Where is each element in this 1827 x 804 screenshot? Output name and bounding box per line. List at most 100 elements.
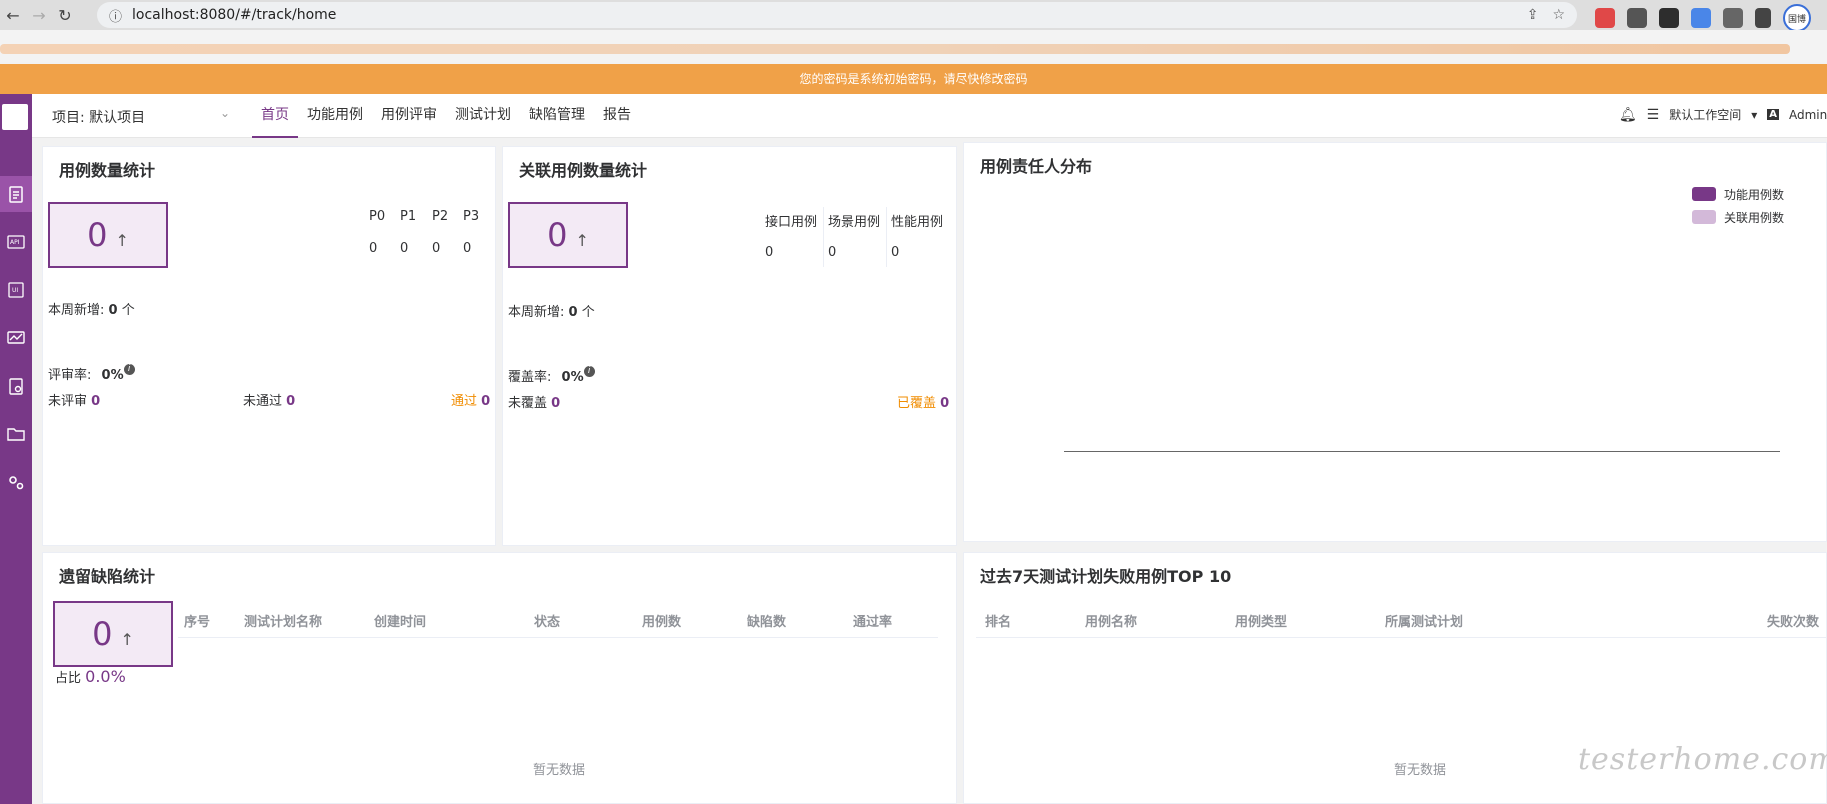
- week-new-value: 0: [568, 305, 578, 320]
- logo: [2, 104, 28, 130]
- failed[interactable]: 未通过 0: [243, 390, 295, 409]
- week-new-value: 0: [108, 303, 118, 318]
- tab-test-plan[interactable]: 测试计划: [446, 94, 520, 138]
- card-title: 过去7天测试计划失败用例TOP 10: [980, 567, 1232, 586]
- covered[interactable]: 已覆盖 0: [897, 392, 949, 411]
- review-rate: 评审率: 0% i: [48, 364, 135, 383]
- table-header-divider: [976, 637, 1827, 638]
- type-label: 性能用例: [891, 215, 944, 230]
- review-rate-value: 0%: [101, 368, 124, 383]
- priority-label: P1: [400, 209, 417, 224]
- priority-value: 0: [432, 241, 441, 256]
- uncovered-label: 未覆盖: [508, 396, 548, 411]
- project-selector[interactable]: 项目: 默认项目: [52, 107, 242, 127]
- passed[interactable]: 通过 0: [451, 390, 490, 409]
- tab-review[interactable]: 用例评审: [372, 94, 446, 138]
- caret-down-icon[interactable]: ▾: [1751, 108, 1757, 122]
- selenium-icon[interactable]: [1659, 8, 1679, 28]
- legend-label[interactable]: 功能用例数: [1724, 186, 1784, 203]
- workspace-selector[interactable]: 默认工作空间: [1669, 106, 1741, 123]
- address-bar[interactable]: ⓘ localhost:8080/#/track/home ⇪ ☆: [97, 2, 1577, 28]
- priority-label: P2: [432, 209, 449, 224]
- task-list-icon[interactable]: ☰: [1647, 107, 1660, 123]
- arrow-up-icon: ↑: [575, 230, 589, 250]
- clipboard-icon: [9, 186, 23, 203]
- share-icon[interactable]: ⇪: [1527, 7, 1539, 23]
- main-tabs: 首页 功能用例 用例评审 测试计划 缺陷管理 报告: [252, 94, 640, 138]
- info-icon[interactable]: ⓘ: [109, 6, 122, 25]
- type-value: 0: [891, 245, 900, 260]
- related-case-card: 关联用例数量统计 0 ↑ 接口用例 场景用例 性能用例 0 0 0 本周新增: …: [502, 146, 957, 546]
- arrow-up-icon: ↑: [120, 629, 134, 649]
- bell-icon[interactable]: 🔔︎: [1619, 107, 1637, 123]
- sidebar-item-project[interactable]: [0, 416, 32, 452]
- column-header: 测试计划名称: [244, 615, 323, 630]
- type-label: 接口用例: [765, 215, 818, 230]
- covered-value: 0: [940, 396, 950, 411]
- gear-icon: [9, 476, 24, 490]
- column-header: 排名: [985, 615, 1012, 630]
- uncovered-value: 0: [551, 396, 561, 411]
- language-icon[interactable]: A: [1767, 109, 1779, 120]
- sidebar-toggle-icon[interactable]: [1755, 8, 1771, 28]
- bookmark-star-icon[interactable]: ☆: [1552, 7, 1565, 23]
- url-text: localhost:8080/#/track/home: [132, 7, 337, 23]
- week-new: 本周新增: 0 个: [508, 301, 595, 320]
- chevron-down-icon[interactable]: ⌄: [220, 106, 230, 120]
- sidebar-item-report[interactable]: [0, 368, 32, 404]
- coverage-rate: 覆盖率: 0% i: [508, 366, 595, 385]
- uncovered[interactable]: 未覆盖 0: [508, 392, 560, 411]
- failed-label: 未通过: [243, 394, 283, 409]
- column-header: 所属测试计划: [1385, 615, 1464, 630]
- user-menu[interactable]: Admini: [1789, 108, 1827, 122]
- column-header: 缺陷数: [747, 615, 787, 630]
- info-icon[interactable]: i: [123, 364, 135, 375]
- column-header: 通过率: [853, 615, 893, 630]
- column-header: 序号: [184, 615, 211, 630]
- folder-icon: [7, 428, 25, 441]
- report-icon: [9, 378, 23, 395]
- week-new-unit: 个: [121, 303, 135, 318]
- forward-icon[interactable]: →: [26, 2, 52, 28]
- week-new-label: 本周新增:: [48, 303, 105, 318]
- legend-label[interactable]: 关联用例数: [1724, 209, 1784, 226]
- passed-label: 通过: [451, 394, 478, 409]
- extension-icon[interactable]: [1627, 8, 1647, 28]
- translate-icon[interactable]: [1691, 8, 1711, 28]
- priority-value: 0: [369, 241, 378, 256]
- sidebar-item-settings[interactable]: [0, 464, 32, 500]
- sidebar-item-api[interactable]: API: [0, 224, 32, 260]
- related-total-box[interactable]: 0 ↑: [508, 202, 628, 268]
- coverage-label: 覆盖率:: [508, 370, 552, 385]
- info-icon[interactable]: i: [583, 366, 595, 377]
- type-value: 0: [828, 245, 837, 260]
- legend-swatch: [1692, 187, 1716, 201]
- svg-text:API: API: [10, 239, 20, 246]
- tab-report[interactable]: 报告: [594, 94, 640, 138]
- unreviewed[interactable]: 未评审 0: [48, 390, 100, 409]
- case-total-box[interactable]: 0 ↑: [48, 202, 168, 268]
- column-header: 失败次数: [1767, 615, 1820, 630]
- reload-icon[interactable]: ↻: [52, 2, 78, 28]
- sidebar-item-track[interactable]: [0, 176, 32, 212]
- back-icon[interactable]: ←: [0, 2, 26, 28]
- puzzle-icon[interactable]: [1723, 8, 1743, 28]
- covered-label: 已覆盖: [897, 396, 937, 411]
- defect-total-box[interactable]: 0 ↑: [53, 601, 173, 667]
- divider: [886, 207, 887, 267]
- extension-icon[interactable]: [1595, 8, 1615, 28]
- empty-state: 暂无数据: [533, 763, 586, 778]
- tab-test-cases[interactable]: 功能用例: [298, 94, 372, 138]
- avatar[interactable]: 国博: [1783, 4, 1811, 32]
- card-title: 用例责任人分布: [980, 157, 1093, 176]
- arrow-up-icon: ↑: [115, 230, 129, 250]
- ratio-value: 0.0%: [85, 667, 126, 686]
- review-rate-label: 评审率:: [48, 368, 92, 383]
- case-total: 0: [87, 216, 108, 254]
- api-icon: API: [7, 235, 25, 249]
- tab-defects[interactable]: 缺陷管理: [520, 94, 594, 138]
- sidebar-item-ui[interactable]: UI: [0, 272, 32, 308]
- sidebar-item-performance[interactable]: [0, 320, 32, 356]
- top-header: 项目: 默认项目 ⌄ 首页 功能用例 用例评审 测试计划 缺陷管理 报告 🔔︎ …: [32, 94, 1827, 138]
- tab-home[interactable]: 首页: [252, 94, 298, 138]
